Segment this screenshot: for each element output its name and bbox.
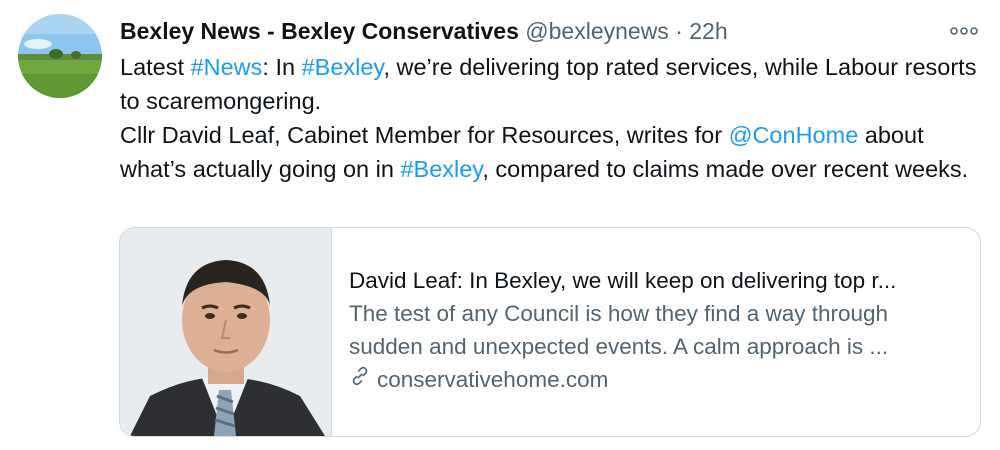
link-icon — [349, 363, 377, 396]
text-segment: , compared to claims made over recent we… — [482, 156, 969, 182]
text-segment: Cllr David Leaf, Cabinet Member for Reso… — [120, 122, 729, 148]
card-title[interactable]: David Leaf: In Bexley, we will keep on d… — [349, 264, 968, 297]
link-preview-card[interactable]: David Leaf: In Bexley, we will keep on d… — [119, 227, 981, 437]
hashtag-news[interactable]: #News — [191, 54, 263, 80]
card-domain: conservativehome.com — [377, 367, 609, 392]
hashtag-bexley[interactable]: #Bexley — [302, 54, 384, 80]
mention-conhome[interactable]: @ConHome — [729, 122, 859, 148]
text-segment: : In — [262, 54, 302, 80]
timestamp[interactable]: 22h — [689, 18, 727, 44]
more-options-icon[interactable] — [948, 24, 980, 38]
card-thumbnail — [120, 228, 332, 436]
card-text: David Leaf: In Bexley, we will keep on d… — [349, 264, 968, 396]
card-domain-row[interactable]: conservativehome.com — [349, 363, 968, 396]
tweet-text: Latest #News: In #Bexley, we’re deliveri… — [120, 50, 980, 186]
text-segment: Latest — [120, 54, 191, 80]
card-description-line-2: sudden and unexpected events. A calm app… — [349, 334, 889, 359]
avatar[interactable] — [18, 14, 102, 98]
display-name[interactable]: Bexley News - Bexley Conservatives — [120, 18, 519, 44]
hashtag-bexley[interactable]: #Bexley — [400, 156, 482, 182]
tweet-paragraph-1: Latest #News: In #Bexley, we’re deliveri… — [120, 50, 980, 118]
separator-dot: · — [675, 18, 683, 44]
card-description-line-1: The test of any Council is how they find… — [349, 301, 889, 326]
tweet-header: Bexley News - Bexley Conservatives @bexl… — [120, 16, 940, 46]
tweet-paragraph-2: Cllr David Leaf, Cabinet Member for Reso… — [120, 118, 980, 186]
user-handle[interactable]: @bexleynews — [525, 18, 669, 44]
